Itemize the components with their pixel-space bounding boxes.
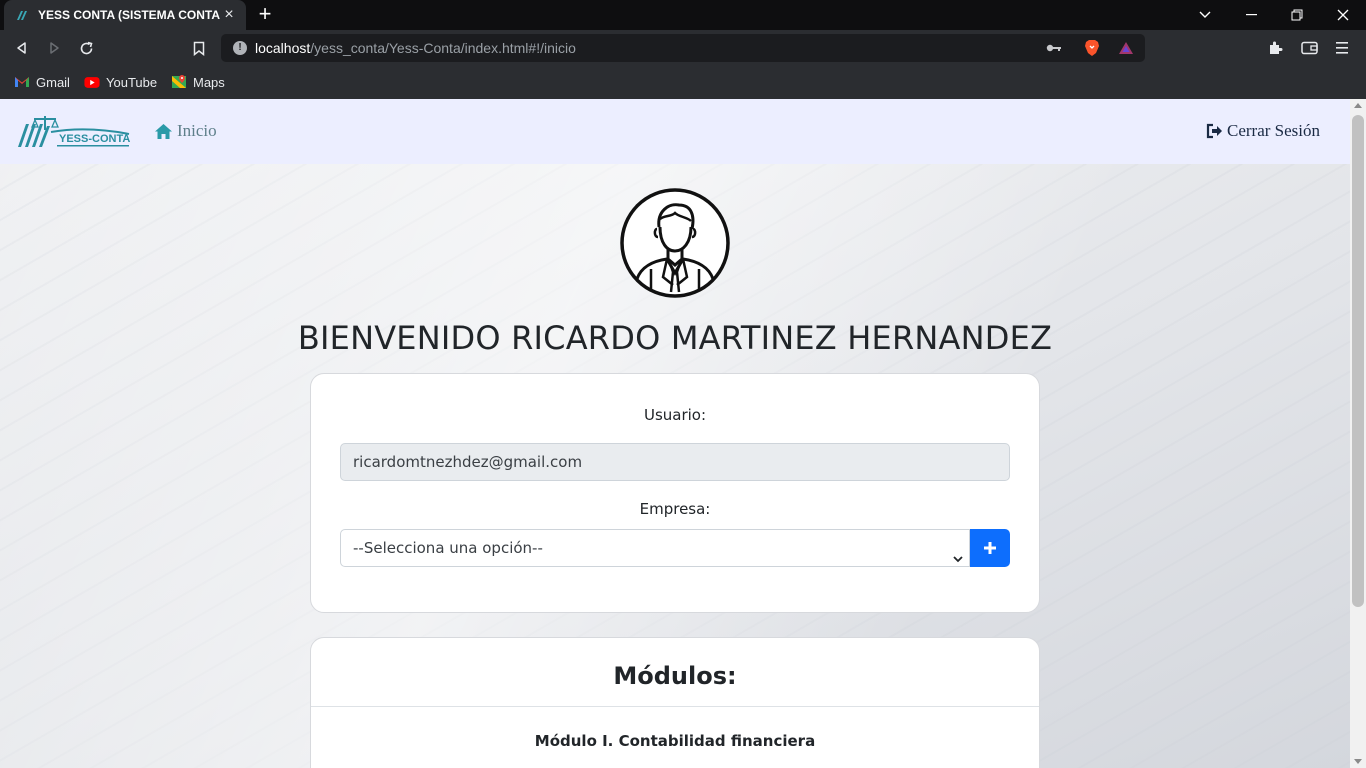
tab-title: YESS CONTA (SISTEMA CONTABLE) bbox=[38, 8, 220, 22]
logout-label: Cerrar Sesión bbox=[1226, 121, 1320, 140]
new-tab-icon[interactable]: + bbox=[254, 3, 276, 25]
plus-icon bbox=[984, 542, 996, 554]
empresa-select[interactable]: --Selecciona una opción-- bbox=[340, 529, 970, 567]
bookmark-icon[interactable] bbox=[188, 37, 210, 59]
tab-favicon-icon bbox=[16, 8, 30, 22]
restore-icon[interactable] bbox=[1274, 0, 1320, 30]
modulos-title: Módulos: bbox=[613, 662, 737, 690]
scroll-down-icon[interactable] bbox=[1354, 759, 1362, 764]
url-text: localhost/yess_conta/Yess-Conta/index.ht… bbox=[255, 40, 576, 56]
reload-icon[interactable] bbox=[75, 37, 97, 59]
logout-link[interactable]: Cerrar Sesión bbox=[1206, 121, 1320, 141]
key-icon[interactable] bbox=[1045, 39, 1063, 57]
user-avatar-icon bbox=[619, 187, 731, 299]
add-empresa-button[interactable] bbox=[970, 529, 1010, 567]
welcome-heading: BIENVENIDO RICARDO MARTINEZ HERNANDEZ bbox=[297, 319, 1053, 357]
brave-shields-icon[interactable] bbox=[1083, 39, 1101, 57]
empresa-selected-value: --Selecciona una opción-- bbox=[353, 539, 543, 557]
tab-strip: YESS CONTA (SISTEMA CONTABLE) × + bbox=[0, 0, 1366, 30]
gmail-icon bbox=[14, 75, 30, 89]
extensions-icon[interactable] bbox=[1264, 37, 1286, 59]
divider bbox=[311, 706, 1039, 707]
minimize-icon[interactable] bbox=[1228, 0, 1274, 30]
yess-conta-logo[interactable]: YESS-CONTA bbox=[17, 114, 131, 150]
app-navbar: YESS-CONTA Inicio Cerrar Sesión bbox=[0, 99, 1350, 164]
bookmark-maps[interactable]: Maps bbox=[171, 73, 225, 91]
back-icon[interactable] bbox=[11, 37, 33, 59]
nav-inicio-link[interactable]: Inicio bbox=[154, 121, 217, 141]
maps-icon bbox=[171, 75, 187, 89]
address-bar[interactable]: ! localhost/yess_conta/Yess-Conta/index.… bbox=[221, 34, 1145, 62]
chevron-down-icon bbox=[953, 542, 963, 563]
bookmarks-bar: Gmail YouTube Maps bbox=[0, 66, 1366, 99]
empresa-label: Empresa: bbox=[639, 500, 711, 518]
forward-icon[interactable] bbox=[43, 37, 65, 59]
home-icon bbox=[154, 123, 173, 140]
bookmark-youtube[interactable]: YouTube bbox=[84, 73, 157, 91]
sign-out-icon bbox=[1206, 123, 1223, 139]
modulos-card: Módulos: Módulo I. Contabilidad financie… bbox=[310, 637, 1040, 768]
scroll-up-icon[interactable] bbox=[1354, 103, 1362, 108]
browser-tab[interactable]: YESS CONTA (SISTEMA CONTABLE) × bbox=[4, 0, 246, 30]
svg-text:YESS-CONTA: YESS-CONTA bbox=[59, 133, 130, 145]
site-info-icon[interactable]: ! bbox=[233, 41, 247, 55]
page-viewport: YESS-CONTA Inicio Cerrar Sesión BIENVENI… bbox=[0, 99, 1350, 768]
usuario-label: Usuario: bbox=[643, 406, 707, 424]
menu-icon[interactable] bbox=[1332, 37, 1354, 59]
page-scrollbar[interactable] bbox=[1350, 99, 1366, 768]
close-window-icon[interactable] bbox=[1320, 0, 1366, 30]
wallet-icon[interactable] bbox=[1298, 37, 1320, 59]
brave-rewards-icon[interactable] bbox=[1117, 39, 1135, 57]
modulo-item[interactable]: Módulo I. Contabilidad financiera bbox=[311, 732, 1039, 750]
session-card: Usuario: ricardomtnezhdez@gmail.com Empr… bbox=[310, 373, 1040, 613]
tab-search-icon[interactable] bbox=[1182, 0, 1228, 30]
nav-inicio-label: Inicio bbox=[177, 121, 217, 140]
bookmark-gmail[interactable]: Gmail bbox=[14, 73, 70, 91]
youtube-icon bbox=[84, 75, 100, 89]
usuario-field[interactable]: ricardomtnezhdez@gmail.com bbox=[340, 443, 1010, 481]
tab-close-icon[interactable]: × bbox=[220, 6, 238, 24]
scroll-thumb[interactable] bbox=[1352, 115, 1364, 607]
